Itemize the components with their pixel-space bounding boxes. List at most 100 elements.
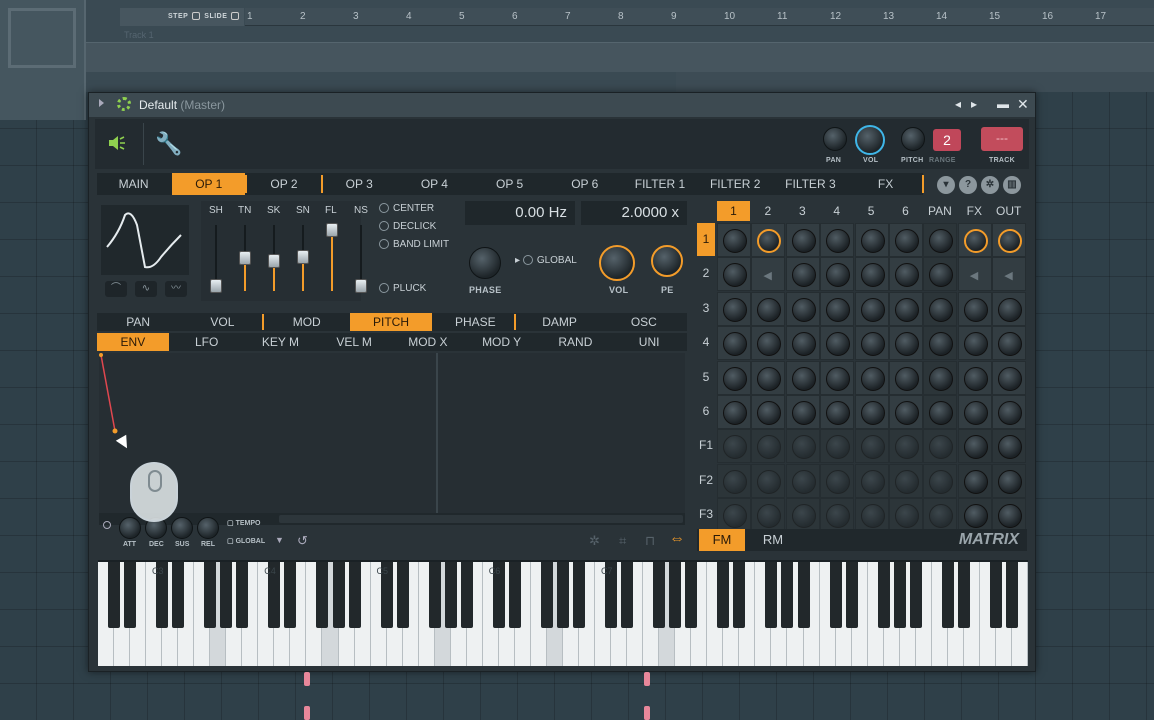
matrix-cell[interactable] xyxy=(854,223,889,257)
black-key[interactable] xyxy=(653,562,666,628)
matrix-cell[interactable] xyxy=(717,360,751,395)
matrix-knob[interactable] xyxy=(998,504,1023,529)
black-key[interactable] xyxy=(829,562,842,628)
matrix-knob[interactable] xyxy=(757,332,782,357)
tab-filter1[interactable]: FILTER 1 xyxy=(623,173,696,195)
black-key[interactable] xyxy=(957,562,970,628)
matrix-cell[interactable] xyxy=(854,360,889,395)
matrix-cell[interactable] xyxy=(785,257,820,292)
matrix-cell[interactable] xyxy=(820,463,855,498)
matrix-cell[interactable] xyxy=(751,360,786,395)
black-key[interactable] xyxy=(108,562,121,628)
matrix-cell[interactable] xyxy=(957,326,992,361)
pan-knob[interactable] xyxy=(823,127,847,151)
matrix-knob[interactable] xyxy=(929,435,954,460)
matrix-cell[interactable] xyxy=(751,291,786,326)
slider-thumb-sk[interactable] xyxy=(268,254,280,269)
matrix-knob[interactable] xyxy=(826,332,851,357)
keyboard-icon[interactable]: ▥ xyxy=(1003,176,1021,194)
help-icon[interactable]: ? xyxy=(959,176,977,194)
envtab-uni[interactable]: UNI xyxy=(613,333,685,351)
matrix-knob[interactable] xyxy=(860,263,885,288)
matrix-knob[interactable] xyxy=(826,504,851,529)
frequency-field[interactable]: 0.00 Hz xyxy=(465,201,575,225)
matrix-knob[interactable] xyxy=(757,469,782,494)
matrix-knob[interactable] xyxy=(963,332,988,357)
subtab-pitch[interactable]: PITCH xyxy=(349,313,433,331)
matrix-knob[interactable] xyxy=(757,401,782,425)
matrix-knob[interactable] xyxy=(826,229,851,253)
matrix-cell[interactable] xyxy=(820,257,855,292)
slider-thumb-tn[interactable] xyxy=(239,251,251,265)
matrix-knob[interactable] xyxy=(723,332,747,357)
black-key[interactable] xyxy=(444,562,457,628)
matrix-knob[interactable] xyxy=(929,229,954,253)
tab-filter3[interactable]: FILTER 3 xyxy=(774,173,847,195)
matrix-cell[interactable] xyxy=(717,395,751,429)
black-key[interactable] xyxy=(236,562,249,628)
black-key[interactable] xyxy=(733,562,746,628)
global-env-option[interactable]: ▢ GLOBAL xyxy=(227,537,265,545)
matrix-cell[interactable] xyxy=(889,291,923,326)
tab-op5[interactable]: OP 5 xyxy=(473,173,546,195)
piano-keyboard[interactable]: C3 C4 C5 C6 C7 xyxy=(98,560,1028,666)
matrix-cell[interactable] xyxy=(751,463,786,498)
matrix-cell[interactable] xyxy=(854,291,889,326)
waveform-display[interactable] xyxy=(101,205,189,275)
wrench-icon[interactable]: 🔧 xyxy=(155,131,182,157)
matrix-cell[interactable] xyxy=(889,498,923,533)
matrix-cell[interactable] xyxy=(889,429,923,464)
subtab-pan[interactable]: PAN xyxy=(97,313,179,331)
matrix-cell[interactable] xyxy=(992,326,1027,361)
matrix-cell[interactable] xyxy=(992,395,1027,429)
vol-knob[interactable] xyxy=(855,125,885,155)
envtab-mody[interactable]: MOD Y xyxy=(466,333,538,351)
matrix-cell[interactable] xyxy=(889,395,923,429)
matrix-cell[interactable] xyxy=(751,223,786,257)
matrix-knob[interactable] xyxy=(723,469,747,494)
global-radio[interactable] xyxy=(522,255,533,266)
matrix-knob[interactable] xyxy=(723,366,747,391)
pluck-radio[interactable] xyxy=(379,283,389,294)
matrix-cell[interactable] xyxy=(854,257,889,292)
matrix-cell[interactable]: ◀ xyxy=(751,257,786,292)
matrix-cell[interactable] xyxy=(820,395,855,429)
matrix-cell[interactable] xyxy=(785,223,820,257)
matrix-cell[interactable] xyxy=(923,257,958,292)
black-key[interactable] xyxy=(765,562,778,628)
timeline-ruler[interactable]: 1 2 3 4 5 6 7 8 9 10 11 12 13 14 15 16 17 xyxy=(245,8,1154,26)
black-key[interactable] xyxy=(877,562,890,628)
matrix-knob[interactable] xyxy=(860,297,885,322)
matrix-knob[interactable] xyxy=(895,504,919,529)
matrix-knob[interactable] xyxy=(895,332,919,357)
matrix-knob[interactable] xyxy=(826,263,851,288)
tab-filter2[interactable]: FILTER 2 xyxy=(699,173,772,195)
env-dropdown-icon[interactable]: ▼ xyxy=(275,535,284,545)
matrix-knob[interactable] xyxy=(963,504,988,529)
subtab-vol[interactable]: VOL xyxy=(181,313,263,331)
matrix-cell[interactable] xyxy=(923,360,958,395)
matrix-cell[interactable] xyxy=(854,326,889,361)
matrix-cell[interactable] xyxy=(957,429,992,464)
matrix-knob[interactable] xyxy=(723,435,747,460)
black-key[interactable] xyxy=(669,562,682,628)
matrix-knob[interactable] xyxy=(860,504,885,529)
step-slide-toggles[interactable]: STEP SLIDE xyxy=(120,8,244,26)
matrix-cell[interactable] xyxy=(717,291,751,326)
tag-icon[interactable]: ⌗ xyxy=(619,533,626,549)
matrix-cell[interactable] xyxy=(992,429,1027,464)
matrix-knob[interactable] xyxy=(895,297,919,322)
black-key[interactable] xyxy=(1005,562,1018,628)
pluck-option[interactable]: PLUCK xyxy=(379,283,426,294)
pe-knob[interactable] xyxy=(651,245,683,277)
black-key[interactable] xyxy=(284,562,297,628)
matrix-knob[interactable] xyxy=(791,504,816,529)
black-key[interactable] xyxy=(204,562,217,628)
matrix-cell[interactable] xyxy=(785,395,820,429)
matrix-cell[interactable] xyxy=(785,326,820,361)
wave-shape-2-icon[interactable]: ∿ xyxy=(135,281,157,297)
black-key[interactable] xyxy=(428,562,441,628)
matrix-cell[interactable] xyxy=(751,498,786,533)
matrix-knob[interactable] xyxy=(826,401,851,425)
matrix-knob[interactable] xyxy=(791,263,816,288)
